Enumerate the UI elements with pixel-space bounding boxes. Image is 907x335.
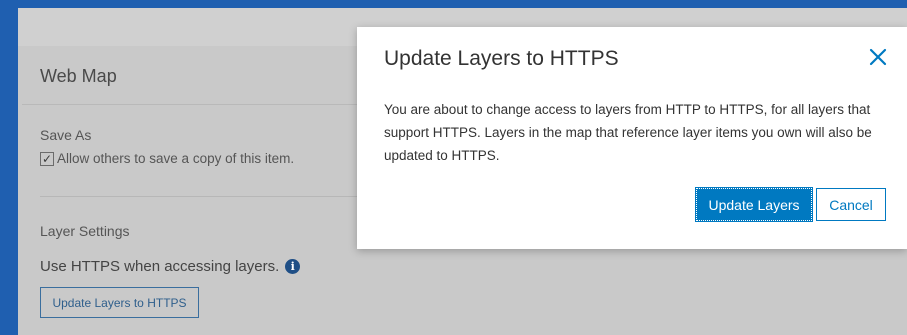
- layer-settings-heading: Layer Settings: [40, 223, 130, 239]
- update-layers-button[interactable]: Update Layers: [695, 187, 813, 222]
- page-title: Web Map: [40, 66, 117, 86]
- dialog-message: You are about to change access to layers…: [384, 102, 872, 163]
- https-setting: Use HTTPS when accessing layers. i: [40, 258, 301, 275]
- divider: [40, 196, 370, 197]
- update-layers-dialog: Update Layers to HTTPS You are about to …: [357, 27, 907, 249]
- https-text: Use HTTPS when accessing layers.: [40, 258, 280, 275]
- save-as-heading: Save As: [40, 127, 92, 143]
- close-icon[interactable]: [869, 48, 887, 66]
- cancel-button[interactable]: Cancel: [816, 188, 886, 221]
- update-layers-https-button[interactable]: Update Layers to HTTPS: [40, 287, 199, 318]
- allow-copy-label: Allow others to save a copy of this item…: [57, 151, 295, 166]
- dialog-title: Update Layers to HTTPS: [384, 47, 619, 70]
- allow-copy-checkbox[interactable]: ✓: [40, 151, 54, 166]
- info-icon[interactable]: i: [285, 259, 301, 274]
- allow-copy-row[interactable]: ✓ Allow others to save a copy of this it…: [40, 151, 294, 166]
